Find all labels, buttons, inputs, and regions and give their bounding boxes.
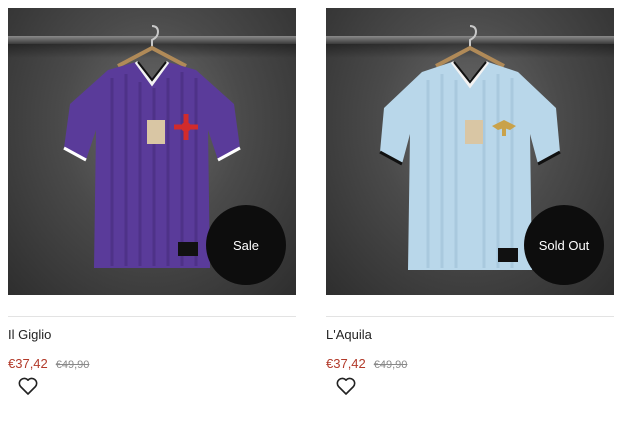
product-card[interactable]: Sale xyxy=(8,8,296,317)
sale-badge: Sale xyxy=(206,205,286,285)
heart-outline-icon[interactable] xyxy=(16,374,40,398)
heart-outline-icon[interactable] xyxy=(334,374,358,398)
product-name[interactable]: L'Aquila xyxy=(326,327,372,342)
product-card[interactable]: Sold Out xyxy=(326,8,614,317)
sold-out-badge: Sold Out xyxy=(524,205,604,285)
product-image[interactable]: Sale xyxy=(8,8,296,295)
price-row: €37,42 €49,90 xyxy=(8,356,89,371)
divider xyxy=(326,316,614,317)
original-price: €49,90 xyxy=(373,359,408,371)
divider xyxy=(8,316,296,317)
original-price: €49,90 xyxy=(55,359,90,371)
sale-price: €37,42 xyxy=(8,356,48,371)
sale-price: €37,42 xyxy=(326,356,366,371)
price-row: €37,42 €49,90 xyxy=(326,356,407,371)
product-name[interactable]: Il Giglio xyxy=(8,327,51,342)
product-image[interactable]: Sold Out xyxy=(326,8,614,295)
